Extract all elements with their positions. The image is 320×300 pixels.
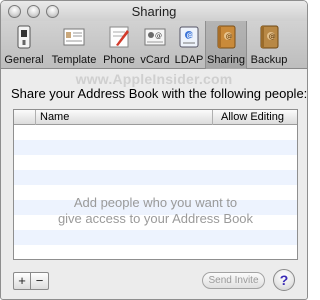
ldap-server-icon: @ xyxy=(179,26,199,48)
empty-message-line-1: Add people who you want to xyxy=(73,195,238,210)
table-row xyxy=(14,155,297,170)
toolbar-item-general[interactable]: General xyxy=(3,21,45,69)
empty-message-line-2: give access to your Address Book xyxy=(57,211,254,226)
column-header-name[interactable]: Name xyxy=(40,111,69,123)
toolbar-item-vcard[interactable]: @ vCard xyxy=(138,21,172,69)
help-button[interactable]: ? xyxy=(273,269,295,291)
svg-text:@: @ xyxy=(226,33,233,41)
table-header: Name Allow Editing xyxy=(14,110,297,125)
sharing-book-icon: @ xyxy=(217,25,236,49)
svg-text:@: @ xyxy=(155,32,162,40)
window-title: Sharing xyxy=(131,4,177,19)
toolbar-label-template: Template xyxy=(51,54,97,66)
watermark: www.AppleInsider.com xyxy=(75,71,233,87)
table-rows: Add people who you want to give access t… xyxy=(14,125,297,259)
vcard-icon: @ xyxy=(144,28,166,46)
table-row xyxy=(14,245,297,259)
title-bar[interactable]: Sharing xyxy=(1,1,307,21)
toolbar-label-backup: Backup xyxy=(250,54,288,66)
toolbar-label-general: General xyxy=(4,54,44,66)
toolbar-item-backup[interactable]: @ Backup xyxy=(249,21,289,69)
add-person-button[interactable]: + xyxy=(14,273,31,289)
table-row xyxy=(14,230,297,245)
toolbar-label-ldap: LDAP xyxy=(174,54,204,66)
phone-format-icon xyxy=(109,26,129,48)
table-row xyxy=(14,140,297,155)
toolbar-label-vcard: vCard xyxy=(140,54,170,66)
template-card-icon xyxy=(63,28,85,46)
remove-person-button[interactable]: − xyxy=(31,273,48,289)
column-header-allow-editing[interactable]: Allow Editing xyxy=(212,110,297,125)
send-invite-button[interactable]: Send Invite xyxy=(202,272,265,289)
column-header-select[interactable] xyxy=(14,110,36,125)
toolbar-label-sharing: Sharing xyxy=(207,54,245,66)
sharing-instruction: Share your Address Book with the followi… xyxy=(11,86,308,101)
preferences-window: Sharing General Template Phone @ vCard @… xyxy=(0,0,308,300)
sharing-table[interactable]: Name Allow Editing Add people who you wa… xyxy=(13,109,298,260)
toolbar-item-ldap[interactable]: @ LDAP xyxy=(174,21,204,69)
table-row xyxy=(14,125,297,140)
table-row xyxy=(14,170,297,185)
toolbar-label-phone: Phone xyxy=(103,54,135,66)
backup-book-icon: @ xyxy=(260,25,279,49)
toolbar-item-sharing[interactable]: @ Sharing xyxy=(205,21,247,69)
svg-text:@: @ xyxy=(187,32,194,40)
toolbar-item-phone[interactable]: Phone xyxy=(102,21,136,69)
general-prefs-icon xyxy=(17,25,31,49)
add-remove-control: + − xyxy=(13,272,49,290)
prefs-toolbar: General Template Phone @ vCard @ LDAP @ … xyxy=(1,21,307,69)
svg-text:@: @ xyxy=(269,33,276,41)
toolbar-item-template[interactable]: Template xyxy=(48,21,100,69)
empty-table-message: Add people who you want to give access t… xyxy=(14,195,297,227)
